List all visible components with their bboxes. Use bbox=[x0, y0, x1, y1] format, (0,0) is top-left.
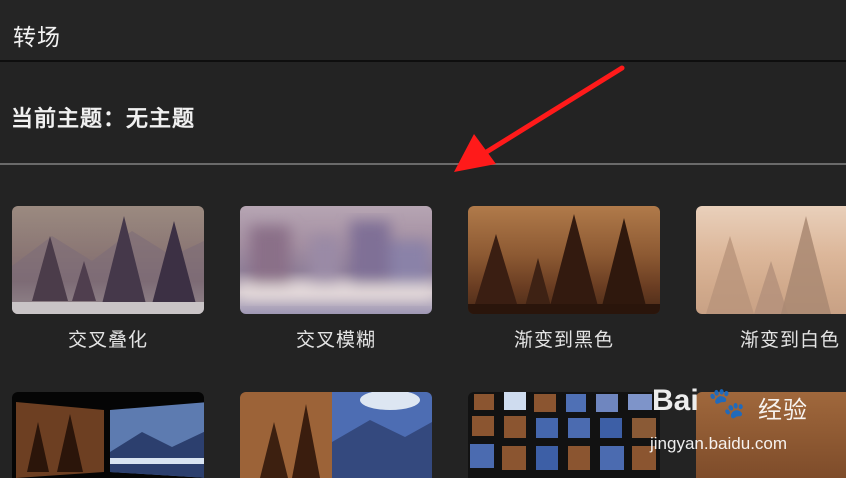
transition-label-fade-to-black: 渐变到黑色 bbox=[513, 329, 614, 351]
transition-tile-cross-dissolve[interactable] bbox=[12, 206, 204, 314]
3d-panels-thumbnail-icon bbox=[16, 402, 204, 478]
section-divider bbox=[0, 163, 846, 165]
forest-thumbnail-icon bbox=[706, 216, 831, 314]
watermark-site-name: 经验 bbox=[758, 396, 808, 424]
transition-tile-fade-to-black[interactable] bbox=[468, 206, 660, 314]
baidu-jingyan-watermark: Bai 🐾 经验 jingyan.baidu.com bbox=[640, 384, 840, 464]
transition-tile-fade-to-white[interactable] bbox=[696, 206, 846, 314]
watermark-url: jingyan.baidu.com bbox=[650, 434, 788, 453]
mosaic-grid-thumbnail-icon bbox=[470, 392, 656, 470]
paw-icon: 🐾 bbox=[708, 386, 746, 421]
transition-tile-row2-2[interactable] bbox=[240, 392, 432, 478]
transition-label-fade-to-white: 渐变到白色 bbox=[740, 329, 841, 351]
page-title: 转场 bbox=[13, 25, 61, 51]
forest-thumbnail-icon bbox=[468, 214, 660, 314]
transition-tile-cross-blur[interactable] bbox=[240, 206, 432, 314]
transition-tile-row2-3[interactable] bbox=[468, 392, 660, 478]
cube-thumbnail-icon bbox=[240, 392, 432, 478]
blurred-scene-thumbnail-icon bbox=[240, 221, 432, 298]
red-arrow-icon bbox=[454, 65, 625, 172]
header-bar bbox=[0, 0, 846, 60]
transition-tile-row2-1[interactable] bbox=[12, 392, 204, 478]
header-divider bbox=[0, 60, 846, 62]
watermark-brand: Bai bbox=[652, 384, 699, 417]
current-theme-label[interactable]: 当前主题：无主题 bbox=[11, 101, 195, 133]
transition-label-cross-blur: 交叉模糊 bbox=[295, 329, 376, 351]
forest-thumbnail-icon bbox=[12, 216, 204, 314]
transition-label-cross-dissolve: 交叉叠化 bbox=[67, 329, 148, 351]
